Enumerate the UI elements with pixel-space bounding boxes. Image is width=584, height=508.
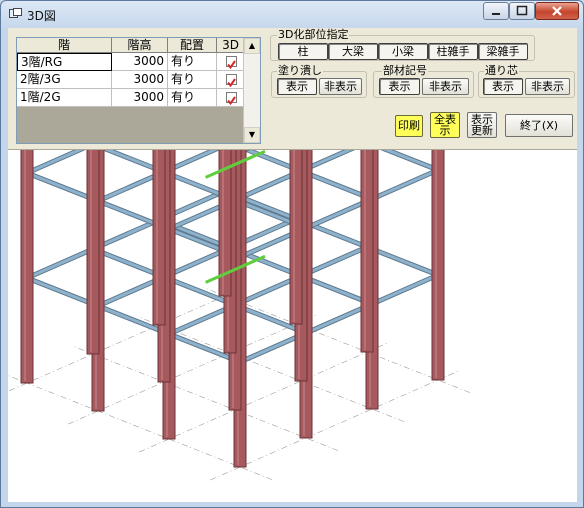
close-button[interactable] (535, 2, 579, 20)
member-mark-title: 部材記号 (382, 64, 428, 77)
triangle-down-icon: ▼ (248, 130, 256, 139)
cell-floor[interactable]: 2階/3G (17, 71, 112, 89)
part-subbeam-button[interactable]: 小梁 (378, 43, 428, 60)
column (86, 17, 100, 355)
check-icon (227, 78, 236, 88)
refresh-label-2: 更新 (471, 124, 493, 137)
part-beam-misc-button[interactable]: 梁雑手 (478, 43, 528, 60)
refresh-display-button[interactable]: 表示 更新 (467, 112, 497, 138)
minimize-icon (492, 13, 500, 15)
grid-scrollbar[interactable]: ▲ ▼ (243, 38, 260, 143)
show-3d-checkbox[interactable] (226, 92, 237, 106)
check-icon (227, 96, 236, 106)
cell-floor[interactable]: 3階/RG (17, 53, 112, 71)
grid-line-title: 通り芯 (484, 64, 519, 77)
scroll-down-button[interactable]: ▼ (244, 127, 260, 143)
girder-x (168, 140, 368, 231)
grid-axis-line (68, 315, 316, 425)
header-floor[interactable]: 階 (17, 38, 112, 53)
maximize-button[interactable] (509, 2, 535, 20)
table-row[interactable]: 2階/3G 3000 有り (17, 71, 245, 89)
fill-show-button[interactable]: 表示 (277, 78, 317, 95)
part-column-misc-button[interactable]: 柱雑手 (428, 43, 478, 60)
table-row[interactable]: 3階/RG 3000 有り (17, 53, 245, 71)
cell-floor[interactable]: 1階/2G (17, 89, 112, 107)
column (431, 43, 445, 381)
fit-all-label-2: 示 (439, 124, 451, 137)
cell-3d (217, 53, 245, 71)
title-bar[interactable]: 3D図 (1, 1, 583, 28)
cell-3d (217, 71, 245, 89)
column (289, 1, 303, 325)
floor-grid: 階 階高 配置 3D 3階/RG 3000 有り 2階/3G 3000 有り 1… (16, 37, 261, 144)
fill-hide-button[interactable]: 非表示 (319, 78, 362, 95)
column (360, 15, 374, 353)
cell-layout[interactable]: 有り (168, 89, 217, 107)
fit-all-button[interactable]: 全表 示 (430, 112, 460, 138)
cell-layout[interactable]: 有り (168, 53, 217, 71)
print-button[interactable]: 印刷 (395, 115, 423, 137)
grid-axis-line (210, 371, 458, 481)
girder-x (26, 84, 226, 175)
member-mark-show-button[interactable]: 表示 (379, 78, 420, 95)
minimize-button[interactable] (483, 2, 509, 20)
window: 3D図 階 階高 配置 3D 3階/RG 3000 有り 2階/3G 3000 … (0, 0, 584, 508)
scroll-up-button[interactable]: ▲ (244, 38, 260, 54)
close-icon (552, 6, 562, 16)
3d-viewport[interactable] (1, 1, 577, 502)
fill-title: 塗り潰し (277, 64, 323, 77)
column (20, 46, 34, 384)
triangle-up-icon: ▲ (248, 41, 256, 50)
column (152, 1, 166, 326)
grid-axis-line (1, 287, 245, 395)
check-icon (227, 60, 236, 70)
cell-layout[interactable]: 有り (168, 71, 217, 89)
header-height[interactable]: 階高 (112, 38, 168, 53)
member-mark-hide-button[interactable]: 非表示 (422, 78, 469, 95)
grid-line-hide-button[interactable]: 非表示 (525, 78, 570, 95)
window-app-icon (9, 8, 22, 18)
show-3d-checkbox[interactable] (226, 74, 237, 88)
part-select-title: 3D化部位指定 (277, 28, 350, 41)
grid-line-show-button[interactable]: 表示 (483, 78, 523, 95)
3d-frame-model[interactable] (1, 1, 577, 502)
part-girder-button[interactable]: 大梁 (328, 43, 378, 60)
girder-y (158, 113, 373, 201)
cell-height[interactable]: 3000 (112, 89, 168, 107)
client-area: 階 階高 配置 3D 3階/RG 3000 有り 2階/3G 3000 有り 1… (1, 1, 577, 502)
cell-3d (217, 89, 245, 107)
header-layout[interactable]: 配置 (168, 38, 217, 53)
grid-axis-line (139, 343, 387, 453)
header-3d[interactable]: 3D (217, 38, 245, 53)
cell-height[interactable]: 3000 (112, 53, 168, 71)
table-row[interactable]: 1階/2G 3000 有り (17, 89, 245, 107)
maximize-icon (516, 5, 528, 16)
part-column-button[interactable]: 柱 (278, 43, 328, 60)
exit-button[interactable]: 終了(X) (505, 114, 573, 137)
cell-height[interactable]: 3000 (112, 71, 168, 89)
window-title: 3D図 (27, 9, 56, 23)
show-3d-checkbox[interactable] (226, 56, 237, 70)
